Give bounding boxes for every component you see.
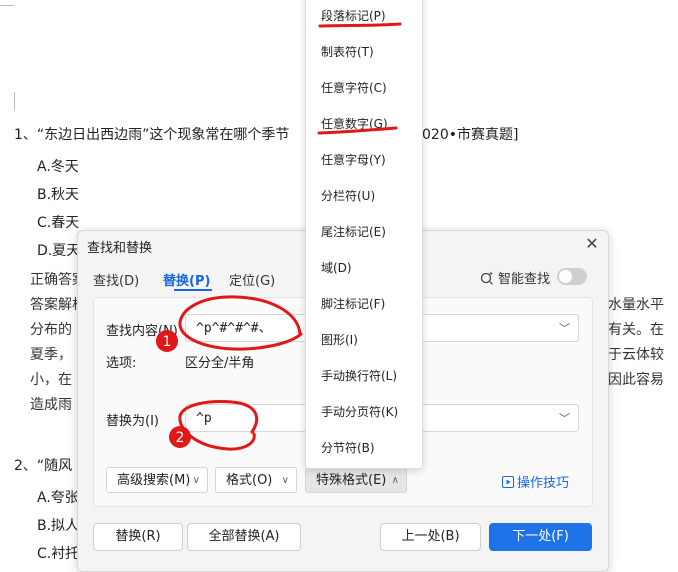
analysis-text: 于云体较 (608, 347, 664, 363)
menu-item-footnote-mark[interactable]: 脚注标记(F) (321, 295, 385, 312)
next-button[interactable]: 下一处(F) (489, 523, 592, 551)
tab-goto[interactable]: 定位(G) (229, 270, 275, 289)
question-2: 2、“随风 (14, 458, 73, 474)
analysis-text: 分布的 (30, 322, 72, 338)
play-icon (502, 476, 514, 488)
advanced-search-label: 高级搜索(M) (117, 473, 191, 488)
tab-find[interactable]: 查找(D) (93, 270, 139, 289)
analysis-text: 因此容易 (608, 372, 664, 388)
find-label: 查找内容(N) (106, 324, 178, 339)
chevron-down-icon[interactable]: ﹀ (559, 315, 570, 343)
option-c: C.春天 (37, 215, 80, 231)
format-label: 格式(O) (226, 473, 273, 488)
chevron-down-icon: ∨ (281, 475, 289, 486)
question-1-source: 020•市赛真题] (422, 127, 519, 143)
menu-item-any-char[interactable]: 任意字符(C) (321, 79, 387, 96)
special-format-label: 特殊格式(E) (316, 473, 387, 488)
previous-button[interactable]: 上一处(B) (380, 523, 481, 551)
menu-item-manual-line-break[interactable]: 手动换行符(L) (321, 367, 397, 384)
margin-corner-mark (0, 5, 14, 6)
close-icon[interactable]: ✕ (584, 236, 600, 252)
dialog-title: 查找和替换 (87, 241, 153, 256)
chevron-up-icon: ∧ (391, 475, 399, 486)
option-a: A.冬天 (37, 159, 79, 175)
menu-item-endnote-mark[interactable]: 尾注标记(E) (321, 223, 386, 240)
menu-item-column-break[interactable]: 分栏符(U) (321, 187, 375, 204)
active-tab-indicator (174, 289, 212, 291)
margin-corner-mark (14, 92, 15, 110)
analysis-text: 夏季， (30, 347, 72, 363)
menu-item-manual-page-break[interactable]: 手动分页符(K) (321, 403, 398, 420)
tips-label: 操作技巧 (517, 476, 570, 491)
advanced-search-button[interactable]: 高级搜索(M) ∨ (106, 467, 208, 493)
format-button[interactable]: 格式(O) ∨ (215, 467, 297, 493)
analysis-text: 有关。在 (608, 322, 664, 338)
chevron-down-icon[interactable]: ﹀ (559, 405, 570, 433)
options-label: 选项: (106, 356, 137, 371)
menu-item-field[interactable]: 域(D) (321, 259, 352, 276)
option-b: B.秋天 (37, 187, 80, 203)
options-value: 区分全/半角 (185, 356, 255, 371)
question-1: 1、“东边日出西边雨”这个现象常在哪个季节 (14, 127, 290, 143)
tab-replace[interactable]: 替换(P) (163, 270, 210, 289)
analysis-text: 水量水平 (608, 297, 664, 313)
analysis-text: 小，在 (30, 372, 72, 388)
q2-option-b: B.拟人 (37, 518, 80, 534)
menu-item-section-break[interactable]: 分节符(B) (321, 439, 375, 456)
replace-label: 替换为(I) (106, 414, 159, 429)
special-format-button[interactable]: 特殊格式(E) ∧ (305, 467, 407, 493)
smart-search-toggle[interactable] (557, 268, 587, 285)
menu-item-paragraph-mark[interactable]: 段落标记(P) (321, 7, 386, 24)
special-format-menu: 段落标记(P) 制表符(T) 任意字符(C) 任意数字(G) 任意字母(Y) 分… (305, 0, 423, 469)
replace-button[interactable]: 替换(R) (93, 523, 183, 551)
find-input-value: ^p^#^#^#、 (196, 321, 272, 336)
magic-search-icon (480, 271, 493, 285)
option-d: D.夏天 (37, 243, 81, 259)
menu-item-any-digit[interactable]: 任意数字(G) (321, 115, 388, 132)
q2-option-a: A.夸张 (37, 490, 79, 506)
menu-item-tab[interactable]: 制表符(T) (321, 43, 374, 60)
smart-search-label: 智能查找 (498, 272, 551, 287)
tips-link[interactable]: 操作技巧 (502, 472, 569, 491)
chevron-down-icon: ∨ (192, 475, 200, 486)
analysis-text: 造成雨 (30, 397, 72, 413)
q2-option-c: C.衬托 (37, 546, 80, 562)
replace-input-value: ^p (196, 411, 212, 426)
menu-item-graphic[interactable]: 图形(I) (321, 331, 358, 348)
smart-search: 智能查找 (480, 268, 550, 287)
replace-all-button[interactable]: 全部替换(A) (187, 523, 301, 551)
menu-item-any-letter[interactable]: 任意字母(Y) (321, 151, 386, 168)
